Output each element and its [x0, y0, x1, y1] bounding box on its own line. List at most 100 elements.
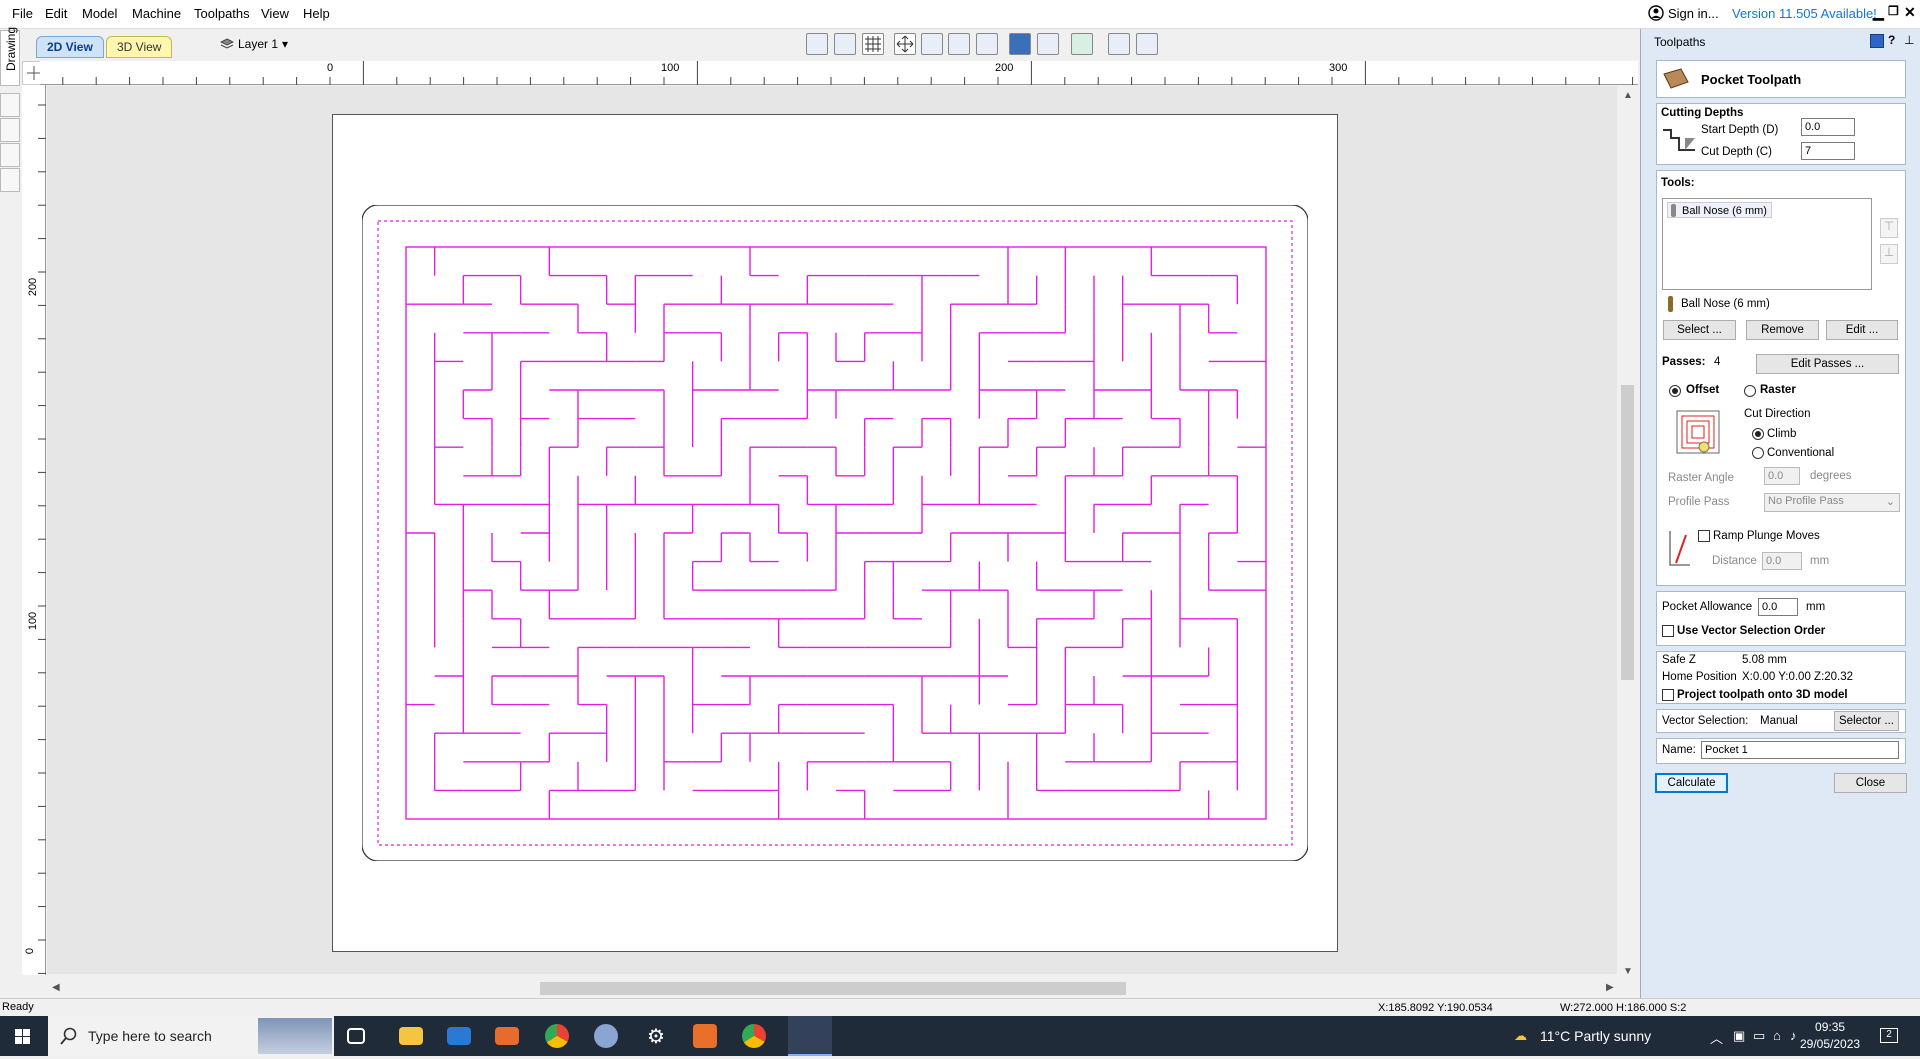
- panel-toggle-icon[interactable]: [1870, 34, 1884, 48]
- menu-toolpaths[interactable]: Toolpaths: [194, 6, 250, 21]
- layout-icon[interactable]: [1108, 33, 1130, 55]
- scroll-left-icon[interactable]: ◀: [52, 982, 60, 993]
- cut-depth-input[interactable]: [1801, 142, 1855, 160]
- fusion-app-icon[interactable]: [693, 1024, 717, 1048]
- side-panel-button[interactable]: [0, 118, 20, 142]
- settings-gear-icon[interactable]: ⚙: [644, 1024, 668, 1048]
- zoom-selected-icon[interactable]: [976, 33, 998, 55]
- weather-text[interactable]: 11°C Partly sunny: [1540, 1028, 1651, 1044]
- close-icon[interactable]: ✕: [1904, 4, 1916, 21]
- offset-radio[interactable]: [1669, 385, 1681, 397]
- ruler-label-0: 0: [24, 947, 37, 955]
- profile-pass-select[interactable]: No Profile Pass ⌄: [1764, 493, 1900, 512]
- start-depth-input[interactable]: [1801, 118, 1855, 136]
- scroll-down-icon[interactable]: ▼: [1623, 966, 1633, 977]
- menu-file[interactable]: File: [12, 6, 33, 21]
- paint-app-icon[interactable]: [594, 1024, 618, 1048]
- network-icon[interactable]: ⌂: [1773, 1028, 1781, 1043]
- selected-tool-label: Ball Nose (6 mm): [1681, 298, 1770, 310]
- climb-radio[interactable]: [1752, 428, 1764, 440]
- vertical-scroll-thumb[interactable]: [1621, 385, 1634, 680]
- home-position-value: X:0.00 Y:0.00 Z:20.32: [1742, 671, 1854, 683]
- volume-icon[interactable]: ♪: [1790, 1028, 1797, 1043]
- split-view-icon[interactable]: [1136, 33, 1158, 55]
- tool-list-item[interactable]: Ball Nose (6 mm): [1667, 202, 1772, 218]
- pocket-allowance-input[interactable]: [1758, 598, 1798, 616]
- battery-icon[interactable]: ▭: [1753, 1028, 1765, 1044]
- horizontal-scroll-thumb[interactable]: [540, 982, 1126, 995]
- tray-app-icon[interactable]: ▣: [1733, 1028, 1745, 1044]
- tray-chevron-icon[interactable]: ︿: [1710, 1028, 1723, 1047]
- move-tool-up-icon[interactable]: ⊤: [1880, 218, 1898, 238]
- vector-order-checkbox[interactable]: [1662, 625, 1674, 637]
- project-3d-checkbox[interactable]: [1662, 689, 1674, 701]
- sign-in-link[interactable]: Sign in...: [1648, 5, 1719, 21]
- panel-title: Toolpaths: [1654, 35, 1706, 49]
- side-panel-button[interactable]: [0, 143, 20, 167]
- vector-selection-value: Manual: [1760, 715, 1798, 727]
- snap-icon[interactable]: [1009, 33, 1031, 55]
- status-ready: Ready: [2, 1001, 34, 1013]
- maze-drawing[interactable]: [362, 205, 1308, 861]
- edit-passes-button[interactable]: Edit Passes ...: [1756, 354, 1899, 374]
- raster-angle-unit: degrees: [1810, 470, 1852, 482]
- vcarve-app-icon[interactable]: [788, 1016, 832, 1056]
- close-button[interactable]: Close: [1834, 773, 1907, 793]
- conventional-radio[interactable]: [1752, 447, 1764, 459]
- home-position-label: Home Position: [1662, 671, 1737, 683]
- ramp-distance-input[interactable]: [1762, 552, 1802, 570]
- zoom-extents-icon[interactable]: [806, 33, 828, 55]
- cut-depth-label: Cut Depth (C): [1701, 146, 1772, 158]
- task-view-icon[interactable]: [347, 1028, 365, 1044]
- cutting-depths-heading: Cutting Depths: [1661, 107, 1744, 119]
- calculate-button[interactable]: Calculate: [1655, 773, 1728, 793]
- taskbar-search[interactable]: Type here to search: [48, 1016, 334, 1056]
- toolpath-preview-icon[interactable]: [1037, 33, 1059, 55]
- tool-list[interactable]: Ball Nose (6 mm): [1662, 198, 1872, 290]
- scroll-right-icon[interactable]: ▶: [1606, 982, 1614, 993]
- scroll-up-icon[interactable]: ▲: [1623, 90, 1633, 101]
- move-tool-down-icon[interactable]: ⊥: [1880, 244, 1898, 264]
- tab-2d-view[interactable]: 2D View: [36, 36, 104, 58]
- raster-angle-input[interactable]: [1764, 467, 1800, 485]
- menu-edit[interactable]: Edit: [45, 6, 67, 21]
- selector-button[interactable]: Selector ...: [1834, 711, 1899, 731]
- help-icon[interactable]: ?: [1888, 33, 1895, 47]
- zoom-out-icon[interactable]: [948, 33, 970, 55]
- grid-icon[interactable]: [862, 33, 884, 55]
- drawing-side-tab[interactable]: Drawing: [0, 27, 20, 86]
- raster-radio[interactable]: [1744, 385, 1756, 397]
- tab-3d-view[interactable]: 3D View: [106, 36, 173, 58]
- windows-start-icon[interactable]: [0, 1016, 46, 1056]
- pin-icon[interactable]: ⊥: [1904, 33, 1914, 47]
- selection-dimensions: W:272.000 H:186.000 S:2: [1560, 1002, 1687, 1014]
- remove-tool-button[interactable]: Remove: [1746, 320, 1819, 340]
- chrome-icon[interactable]: [545, 1024, 569, 1048]
- menu-model[interactable]: Model: [82, 6, 117, 21]
- file-explorer-icon[interactable]: [399, 1027, 423, 1045]
- pan-icon[interactable]: [894, 33, 916, 55]
- menu-help[interactable]: Help: [303, 6, 330, 21]
- version-available-link[interactable]: Version 11.505 Available!: [1732, 6, 1877, 21]
- side-panel-button[interactable]: [0, 168, 20, 192]
- edit-tool-button[interactable]: Edit ...: [1826, 320, 1898, 340]
- horizontal-ruler: 0 100 200 300: [40, 61, 1638, 85]
- system-clock[interactable]: 09:35 29/05/2023: [1800, 1019, 1860, 1053]
- chrome-profile-icon[interactable]: [742, 1024, 766, 1048]
- ramp-plunge-label: Ramp Plunge Moves: [1713, 530, 1820, 542]
- minimize-icon[interactable]: ▁: [1873, 4, 1884, 21]
- media-app-icon[interactable]: [495, 1027, 519, 1045]
- render-icon[interactable]: [1071, 33, 1093, 55]
- menu-view[interactable]: View: [261, 6, 289, 21]
- side-panel-button[interactable]: [0, 93, 20, 117]
- layer-dropdown[interactable]: Layer 1 ▾: [220, 37, 288, 51]
- ramp-plunge-checkbox[interactable]: [1698, 530, 1710, 542]
- select-tool-button[interactable]: Select ...: [1663, 320, 1736, 340]
- toolpath-name-input[interactable]: [1701, 741, 1899, 759]
- zoom-box-icon[interactable]: [834, 33, 856, 55]
- mail-icon[interactable]: [447, 1027, 471, 1045]
- zoom-in-icon[interactable]: [921, 33, 943, 55]
- restore-icon[interactable]: ❐: [1888, 4, 1899, 18]
- menu-machine[interactable]: Machine: [132, 6, 181, 21]
- notifications-icon[interactable]: 2: [1880, 1028, 1898, 1043]
